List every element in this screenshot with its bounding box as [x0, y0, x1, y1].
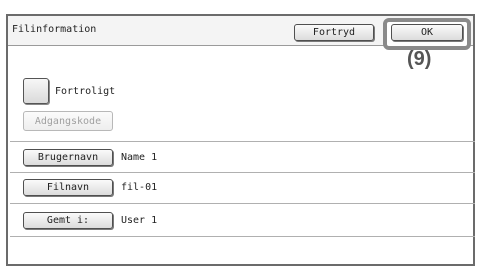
divider — [10, 141, 475, 142]
divider — [10, 172, 475, 173]
confidential-checkbox[interactable] — [23, 78, 49, 104]
divider — [10, 236, 475, 237]
stored-in-button[interactable]: Gemt i: — [23, 212, 113, 229]
screen-title: Filinformation — [12, 24, 97, 35]
divider — [10, 203, 475, 204]
confidential-label: Fortroligt — [55, 86, 116, 97]
ok-button[interactable]: OK — [391, 24, 463, 41]
user-name-button[interactable]: Brugernavn — [23, 149, 113, 166]
user-name-value: Name 1 — [121, 152, 158, 163]
cancel-button[interactable]: Fortryd — [294, 24, 374, 41]
file-name-value: fil-01 — [121, 182, 158, 193]
file-information-screen: Filinformation Fortryd OK (9) Fortroligt… — [6, 14, 475, 266]
password-button: Adgangskode — [23, 111, 113, 131]
step-callout: (9) — [407, 48, 432, 70]
file-name-button[interactable]: Filnavn — [23, 179, 113, 196]
stored-in-value: User 1 — [121, 215, 158, 226]
